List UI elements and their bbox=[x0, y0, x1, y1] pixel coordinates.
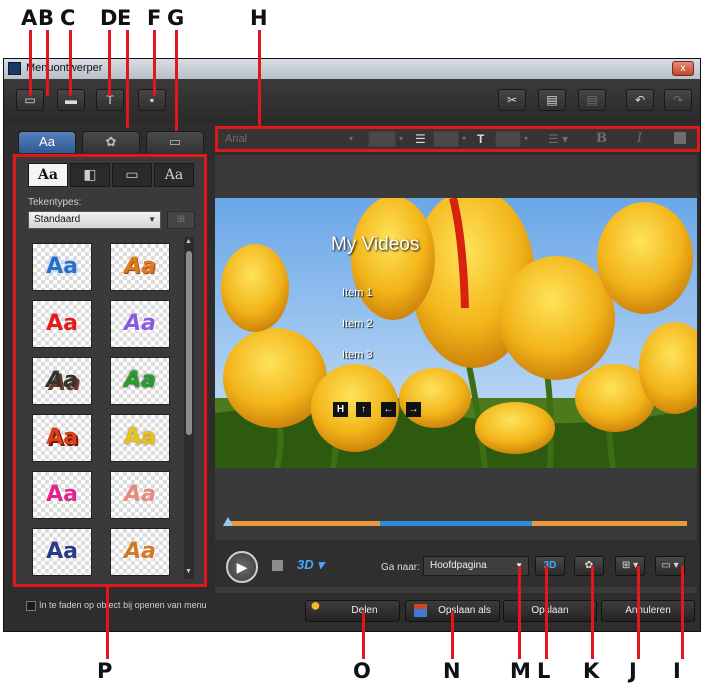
tulip-background bbox=[215, 198, 697, 468]
undo-button[interactable]: ↶ bbox=[626, 89, 654, 111]
callout-l: L bbox=[537, 659, 551, 683]
annotation-leader-m bbox=[518, 566, 521, 659]
add-button-button[interactable]: ▪ bbox=[138, 89, 166, 111]
goto-label: Ga naar: bbox=[381, 562, 420, 573]
paste-button[interactable]: ▤ bbox=[578, 89, 606, 111]
annotation-leader-h bbox=[258, 30, 261, 126]
grid-lines-button[interactable]: ⊞ ▾ bbox=[615, 556, 645, 576]
annotation-leader-n bbox=[451, 612, 454, 659]
callout-a: A bbox=[21, 6, 38, 30]
annotation-leader-b bbox=[46, 30, 49, 96]
annotation-leader-p bbox=[106, 587, 109, 659]
play-button[interactable]: ▶ bbox=[226, 551, 258, 583]
menu-title-text[interactable]: My Videos bbox=[331, 234, 419, 256]
annotation-leader-g bbox=[175, 30, 178, 131]
annotation-box-p bbox=[13, 154, 207, 587]
save-as-label: Opslaan als bbox=[438, 605, 491, 616]
annotation-leader-c bbox=[69, 30, 72, 96]
callout-h: H bbox=[250, 6, 268, 30]
tab-effects[interactable]: ✿ bbox=[82, 131, 140, 153]
3d-mode-button[interactable]: 3D ▾ bbox=[297, 557, 324, 573]
tab-text-properties[interactable]: Aa bbox=[18, 131, 76, 153]
goto-page-value: Hoofdpagina bbox=[430, 560, 487, 571]
redo-button[interactable]: ↷ bbox=[664, 89, 692, 111]
home-nav-button[interactable]: H bbox=[333, 402, 348, 417]
cut-button[interactable]: ✂ bbox=[498, 89, 526, 111]
callout-d: D bbox=[100, 6, 118, 30]
callout-g: G bbox=[167, 6, 185, 30]
annotation-leader-l bbox=[545, 566, 548, 659]
callout-p: P bbox=[97, 659, 113, 683]
up-nav-button[interactable]: ↑ bbox=[356, 402, 371, 417]
callout-m: M bbox=[510, 659, 531, 683]
annotation-leader-o bbox=[362, 612, 365, 659]
fade-in-checkbox[interactable] bbox=[26, 601, 36, 611]
annotation-box-h bbox=[215, 126, 700, 152]
menu-item-3[interactable]: Item 3 bbox=[342, 349, 373, 361]
menu-preferences-button[interactable]: ✿ bbox=[574, 556, 604, 576]
menu-item-2[interactable]: Item 2 bbox=[342, 318, 373, 330]
timeline-loop-segment bbox=[380, 521, 532, 526]
callout-e: E bbox=[117, 6, 132, 30]
timeline-playhead[interactable] bbox=[223, 517, 233, 526]
tab-button-properties[interactable]: ▭ bbox=[146, 131, 204, 153]
menu-item-1[interactable]: Item 1 bbox=[342, 287, 373, 299]
callout-i: I bbox=[673, 659, 681, 683]
callout-b: B bbox=[38, 6, 55, 30]
callout-c: C bbox=[60, 6, 76, 30]
share-button[interactable]: ● Delen bbox=[305, 595, 400, 622]
annotation-leader-e bbox=[126, 30, 129, 128]
callout-o: O bbox=[353, 659, 371, 683]
close-button[interactable]: x bbox=[672, 61, 694, 76]
annotation-leader-d bbox=[108, 30, 111, 96]
fade-in-label: In te faden op object bij openen van men… bbox=[39, 600, 207, 610]
previous-nav-button[interactable]: ← bbox=[381, 402, 396, 417]
goto-page-select[interactable]: Hoofdpagina ▼ bbox=[423, 556, 529, 576]
annotation-leader-j bbox=[637, 566, 640, 659]
stop-button[interactable] bbox=[272, 560, 283, 571]
app-icon bbox=[8, 62, 21, 75]
annotation-leader-i bbox=[681, 566, 684, 659]
callout-k: K bbox=[583, 659, 600, 683]
annotation-leader-k bbox=[591, 566, 594, 659]
copy-button[interactable]: ▤ bbox=[538, 89, 566, 111]
callout-f: F bbox=[147, 6, 162, 30]
window-title: Menuontwerper bbox=[26, 62, 103, 74]
save-as-icon bbox=[414, 604, 427, 617]
playback-controls: ▶ 3D ▾ Ga naar: Hoofdpagina ▼ 3D ✿ ⊞ ▾ ▭… bbox=[215, 540, 697, 587]
menu-preview-area: My Videos Item 1 Item 2 Item 3 H ↑ ← → bbox=[215, 155, 697, 593]
next-nav-button[interactable]: → bbox=[406, 402, 421, 417]
3d-preview-button[interactable]: 3D bbox=[535, 556, 565, 576]
preview-timeline[interactable] bbox=[223, 517, 687, 526]
share-globe-icon: ● bbox=[310, 595, 321, 615]
callout-j: J bbox=[629, 659, 637, 683]
menu-background-image[interactable]: My Videos Item 1 Item 2 Item 3 H ↑ ← → bbox=[215, 198, 697, 468]
annotation-leader-f bbox=[153, 30, 156, 96]
annotation-leader-a bbox=[29, 30, 32, 96]
callout-n: N bbox=[443, 659, 461, 683]
